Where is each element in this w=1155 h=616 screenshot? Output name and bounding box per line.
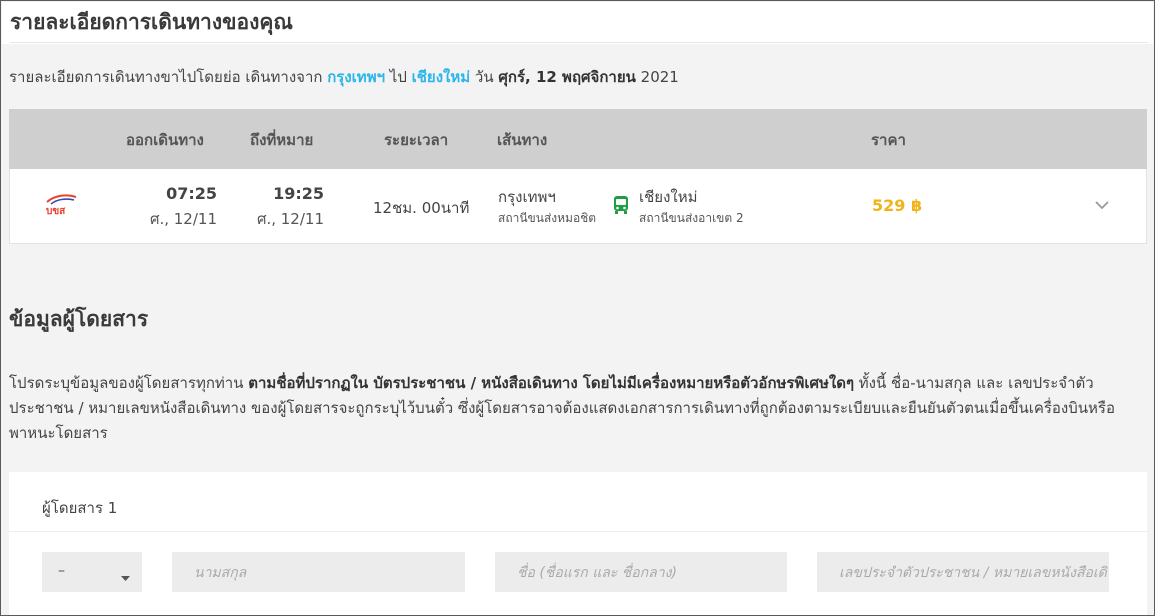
passenger-title: ผู้โดยสาร 1 (42, 499, 118, 517)
chevron-down-icon[interactable] (1094, 195, 1110, 214)
trip-details-heading: รายละเอียดการเดินทางของคุณ (10, 10, 293, 34)
summary-connector: ไป (385, 68, 412, 86)
passenger-form-card: ผู้โดยสาร 1 – นามสกุล ชื่อ (ชื่อแรก และ … (9, 472, 1147, 615)
divider (10, 42, 1148, 43)
para-intro: โปรดระบุข้อมูลของผู้โดยสารทุกท่าน (9, 374, 249, 392)
para-emphasis: ตามชื่อที่ปรากฏใน บัตรประชาชน / หนังสือเ… (248, 374, 855, 392)
trip-summary: รายละเอียดการเดินทางขาไปโดยย่อ เดินทางจา… (9, 65, 679, 89)
ticket-price: 529 ฿ (872, 196, 923, 215)
travel-date: ศุกร์, 12 พฤศจิกายน (498, 68, 636, 86)
bus-icon (612, 195, 630, 219)
passenger-info-paragraph: โปรดระบุข้อมูลของผู้โดยสารทุกท่าน ตามชื่… (9, 371, 1149, 446)
arrive-time: 19:25 (273, 184, 324, 203)
header-depart: ออกเดินทาง (126, 131, 204, 149)
page-frame: รายละเอียดการเดินทางของคุณ รายละเอียดการ… (0, 0, 1155, 616)
trip-table-header: ออกเดินทาง ถึงที่หมาย ระยะเวลา เส้นทาง ร… (9, 109, 1147, 169)
travel-year: 2021 (635, 68, 679, 86)
trip-row[interactable]: บขส 07:25 ศ., 12/11 19:25 ศ., 12/11 12ชม… (9, 169, 1147, 244)
arrive-date: ศ., 12/11 (256, 210, 324, 228)
id-number-input[interactable]: เลขประจำตัวประชาชน / หมายเลขหนังสือเดินท… (817, 552, 1109, 592)
header-arrive: ถึงที่หมาย (250, 131, 314, 149)
caret-down-icon (121, 569, 130, 585)
title-select-value: – (58, 563, 65, 579)
header-route: เส้นทาง (497, 131, 548, 149)
divider (9, 531, 1147, 532)
firstname-input[interactable]: ชื่อ (ชื่อแรก และ ชื่อกลาง) (495, 552, 787, 592)
trip-header-panel: รายละเอียดการเดินทางของคุณ (2, 2, 1153, 44)
surname-input[interactable]: นามสกุล (172, 552, 465, 592)
origin-city: กรุงเทพฯ (498, 188, 556, 206)
dest-city: เชียงใหม่ (639, 188, 698, 206)
from-city: กรุงเทพฯ (327, 68, 386, 86)
header-price: ราคา (871, 131, 906, 149)
operator-logo-icon: บขส (43, 193, 79, 221)
passenger-info-heading: ข้อมูลผู้โดยสาร (9, 307, 149, 331)
depart-time: 07:25 (166, 184, 217, 203)
depart-date: ศ., 12/11 (149, 210, 217, 228)
day-word: วัน (470, 68, 499, 86)
header-duration: ระยะเวลา (384, 131, 449, 149)
origin-station: สถานีขนส่งหมอชิต (498, 211, 597, 225)
dest-station: สถานีขนส่งอาเขต 2 (639, 211, 744, 225)
to-city: เชียงใหม่ (411, 68, 471, 86)
title-select[interactable]: – (42, 552, 142, 592)
trip-duration: 12ชม. 00นาที (373, 199, 470, 217)
summary-prefix: รายละเอียดการเดินทางขาไปโดยย่อ เดินทางจา… (9, 68, 328, 86)
operator-logo-text: บขส (46, 206, 66, 217)
